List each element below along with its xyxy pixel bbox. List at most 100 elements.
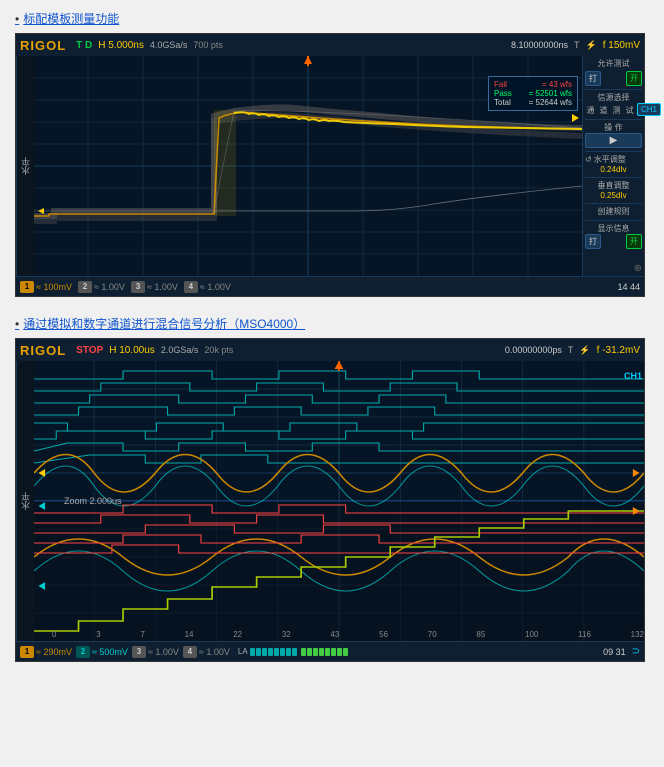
osc1-ch1-scale: ≈ 100mV <box>36 282 72 292</box>
panel-rule-label[interactable]: 创建规则 <box>585 206 642 217</box>
la-ch-9 <box>307 648 312 656</box>
osc2-ch1-box[interactable]: 1 <box>20 646 34 658</box>
section2-link[interactable]: • 通过模拟和数字通道进行混合信号分析（MSO4000） <box>15 315 649 332</box>
osc2-ch1-indicator: 1 ≈ 290mV <box>20 646 72 658</box>
x-label-6: 43 <box>330 630 339 639</box>
x-label-0: 0 <box>52 630 56 639</box>
osc2-la-label: LA <box>238 647 248 656</box>
panel-v-val: 0.25dIv <box>585 191 642 200</box>
osc1-bottombar: 1 ≈ 100mV 2 ≈ 1.00V 3 ≈ 1.00V 4 ≈ 1.00V … <box>16 276 644 296</box>
osc1-ch4-indicator: 4 ≈ 1.00V <box>184 281 231 293</box>
la-ch-11 <box>319 648 324 656</box>
pass-val: = 52501 wfs <box>529 89 572 98</box>
x-label-8: 70 <box>428 630 437 639</box>
panel-info-label: 显示信息 <box>585 223 642 234</box>
osc2-zoom-label: Zoom 2.000us <box>64 496 122 506</box>
la-ch-14 <box>337 648 342 656</box>
osc2-la-section: LA <box>238 647 348 656</box>
la-ch-7 <box>292 648 297 656</box>
section2: • 通过模拟和数字通道进行混合信号分析（MSO4000） RIGOL STOP … <box>15 315 649 662</box>
osc2-ch1-scale: ≈ 290mV <box>36 647 72 657</box>
panel-info-btn-kai[interactable]: 开 <box>626 234 642 249</box>
panel-h-row: ↺ 水平调整 <box>585 154 642 165</box>
osc1-ch3-scale: ≈ 1.00V <box>147 282 178 292</box>
osc2-ch4-box[interactable]: 4 <box>183 646 197 658</box>
panel-btn-da[interactable]: 打 <box>585 71 601 86</box>
x-label-2: 7 <box>140 630 144 639</box>
panel-info-section: 显示信息 打 开 <box>585 220 642 249</box>
la-ch-8 <box>301 648 306 656</box>
osc2-trigger-area: 0.00000000ps T ⚡ f -31.2mV <box>505 345 640 356</box>
la-ch-12 <box>325 648 330 656</box>
panel-v-label: 垂直调整 <box>585 180 642 191</box>
osc2-topbar: RIGOL STOP H 10.00us 2.0GSa/s 20k pts 0.… <box>16 339 644 361</box>
osc2-ch1-label: CH1 <box>624 371 642 381</box>
osc2-ch4-indicator: 4 ≈ 1.00V <box>183 646 230 658</box>
x-label-9: 85 <box>476 630 485 639</box>
panel-op-label: 操 作 <box>585 122 642 133</box>
panel-h-val: 0.24dIv <box>585 165 642 174</box>
osc2-ch3-indicator: 3 ≈ 1.00V <box>132 646 179 658</box>
panel-v-section: 垂直调整 0.25dIv <box>585 177 642 200</box>
osc2-ch2-scale: ≈ 500mV <box>92 647 128 657</box>
panel-source-section: 信源选择 通 道 测 试 CH1 <box>585 89 642 116</box>
panel-h-label: 水平调整 <box>594 154 626 165</box>
fail-label: Fail <box>494 80 507 89</box>
osc2-t-icon: T <box>568 345 574 355</box>
panel-tong: 通 <box>585 106 596 114</box>
osc2-ch3-scale: ≈ 1.00V <box>148 647 179 657</box>
panel-info-btn-da[interactable]: 打 <box>585 234 601 249</box>
osc2-h-param: H 10.00us <box>109 345 155 356</box>
osc2-main: 水平 <box>16 361 644 641</box>
measure-fail-row: Fail = 43 wfs <box>494 80 572 89</box>
osc2-usb-icon: ⊃ <box>632 646 640 657</box>
osc1-ch4-box[interactable]: 4 <box>184 281 198 293</box>
la-ch-10 <box>313 648 318 656</box>
osc1-mem-depth: 700 pts <box>193 40 223 50</box>
panel-label-allow: 允许测试 <box>585 58 642 69</box>
section1: • 标配模板测量功能 RIGOL T D H 5.000ns 4.0GSa/s … <box>15 10 649 297</box>
total-label: Total <box>494 98 511 107</box>
panel-btn-kai[interactable]: 开 <box>626 71 642 86</box>
osc1-ch3-box[interactable]: 3 <box>131 281 145 293</box>
osc2-time: 09 31 <box>603 647 626 657</box>
section1-link[interactable]: • 标配模板测量功能 <box>15 10 649 27</box>
panel-ch-select[interactable]: CH1 <box>637 103 661 116</box>
la-ch-4 <box>274 648 279 656</box>
osc2-trigger-time: 0.00000000ps <box>505 345 562 355</box>
panel-ce: 测 <box>611 106 622 114</box>
osc1-topbar: RIGOL T D H 5.000ns 4.0GSa/s 700 pts 8.1… <box>16 34 644 56</box>
fail-val: = 43 wfs <box>542 80 572 89</box>
panel-shi: 试 <box>624 106 635 114</box>
osc2-ch2-box[interactable]: 2 <box>76 646 90 658</box>
osc1-ch1-box[interactable]: 1 <box>20 281 34 293</box>
x-label-3: 14 <box>185 630 194 639</box>
osc2-status: STOP <box>76 345 103 356</box>
panel-play-btn[interactable]: ▶ <box>585 133 642 148</box>
osc1-right-panel: 允许测试 打 开 信源选择 通 道 测 试 CH1 操 作 <box>582 56 644 276</box>
osc2-sample-rate: 2.0GSa/s <box>161 345 199 355</box>
la-ch-2 <box>262 648 267 656</box>
osc2-ch2-indicator: 2 ≈ 500mV <box>76 646 128 658</box>
x-label-7: 56 <box>379 630 388 639</box>
osc2-ch4-scale: ≈ 1.00V <box>199 647 230 657</box>
panel-rule-section: 创建规则 <box>585 203 642 217</box>
la-ch-15 <box>343 648 348 656</box>
panel-op-section: 操 作 ▶ <box>585 119 642 148</box>
x-label-5: 32 <box>282 630 291 639</box>
panel-dao: 道 <box>598 106 609 114</box>
osc2-ylabel: 水平 <box>16 361 34 641</box>
pass-label: Pass <box>494 89 512 98</box>
osc1-volt-scale: f 150mV <box>603 40 640 51</box>
osc1-ch2-scale: ≈ 1.00V <box>94 282 125 292</box>
panel-allow-btns: 打 开 <box>585 71 642 86</box>
measure-total-row: Total = 52644 wfs <box>494 98 572 107</box>
la-ch-13 <box>331 648 336 656</box>
total-val: = 52644 wfs <box>529 98 572 107</box>
osc1-ch2-box[interactable]: 2 <box>78 281 92 293</box>
x-label-11: 116 <box>578 630 591 639</box>
rigol-logo-1: RIGOL <box>20 38 66 53</box>
la-ch-6 <box>286 648 291 656</box>
x-label-1: 3 <box>96 630 100 639</box>
osc2-ch3-box[interactable]: 3 <box>132 646 146 658</box>
